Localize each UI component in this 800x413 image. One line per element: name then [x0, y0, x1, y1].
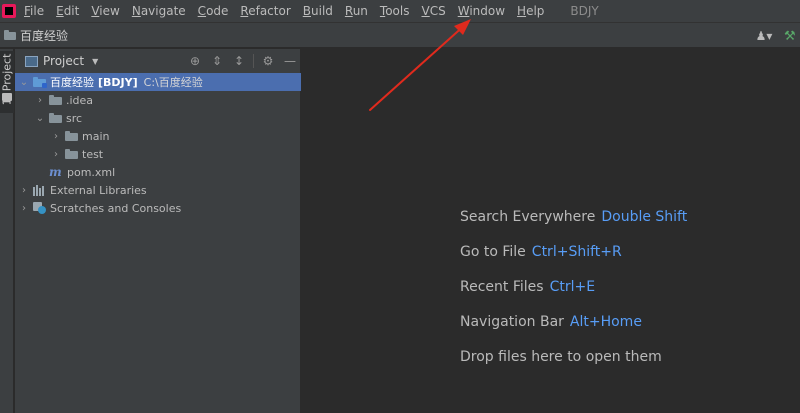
folder-icon	[49, 95, 62, 105]
menu-bar: File Edit View Navigate Code Refactor Bu…	[0, 0, 800, 22]
navigation-bar: 百度经验 ♟▾ ⚒	[0, 22, 800, 48]
tree-item-label: 百度经验	[50, 76, 94, 89]
hint-text: Search Everywhere	[460, 209, 596, 225]
chevron-right-icon[interactable]: ›	[51, 149, 61, 160]
hint-navigation-bar: Navigation Bar Alt+Home	[460, 314, 642, 330]
project-panel: Project ▼ ⊕ ⇕ ↕ ⚙ — ⌄ 百度经验 [BDJY] C:\百度经…	[15, 49, 301, 413]
menu-vcs[interactable]: VCS	[422, 4, 446, 18]
tree-module-name: [BDJY]	[98, 75, 138, 89]
project-view-icon	[25, 55, 38, 67]
menu-refactor[interactable]: Refactor	[240, 4, 290, 18]
left-tool-strip: 1: Project	[0, 49, 14, 413]
tool-tab-project[interactable]: 1: Project	[0, 51, 14, 113]
toolbar-separator	[253, 54, 254, 68]
chevron-right-icon[interactable]: ›	[51, 131, 61, 142]
expand-all-icon[interactable]: ⇕	[206, 51, 228, 71]
tree-item-label: External Libraries	[50, 183, 147, 197]
tree-module-path: C:\百度经验	[143, 76, 203, 89]
chevron-right-icon[interactable]: ›	[35, 95, 45, 106]
maven-file-icon: m	[49, 165, 62, 179]
tree-row-test[interactable]: › test	[15, 145, 301, 163]
breadcrumb-project[interactable]: 百度经验	[20, 27, 68, 44]
menu-run[interactable]: Run	[345, 4, 368, 18]
project-tree: ⌄ 百度经验 [BDJY] C:\百度经验 › .idea ⌄ src › ma…	[15, 73, 301, 217]
menu-navigate[interactable]: Navigate	[132, 4, 186, 18]
build-hammer-icon[interactable]: ⚒	[784, 28, 798, 44]
project-panel-header: Project ▼ ⊕ ⇕ ↕ ⚙ —	[15, 49, 301, 73]
hint-drop-files: Drop files here to open them	[460, 349, 662, 365]
module-folder-icon	[33, 77, 47, 88]
tree-item-label: main	[82, 129, 110, 143]
hint-shortcut: Double Shift	[601, 209, 688, 225]
menu-help[interactable]: Help	[517, 4, 544, 18]
chevron-right-icon[interactable]: ›	[19, 203, 29, 214]
tree-row-scratches[interactable]: › Scratches and Consoles	[15, 199, 301, 217]
chevron-down-icon[interactable]: ▼	[92, 57, 98, 66]
library-icon	[33, 184, 46, 196]
chevron-down-icon[interactable]: ⌄	[19, 77, 29, 88]
menu-window[interactable]: Window	[458, 4, 505, 18]
tree-row-main[interactable]: › main	[15, 127, 301, 145]
tree-row-project-root[interactable]: ⌄ 百度经验 [BDJY] C:\百度经验	[15, 73, 301, 91]
menu-code[interactable]: Code	[198, 4, 229, 18]
tree-item-label: .idea	[66, 93, 94, 107]
folder-icon	[4, 30, 16, 40]
menu-view[interactable]: View	[91, 4, 119, 18]
user-icon[interactable]: ♟▾	[754, 28, 774, 44]
hint-text: Recent Files	[460, 279, 544, 295]
window-project-title: BDJY	[570, 4, 599, 18]
folder-icon	[65, 131, 78, 141]
tree-row-idea[interactable]: › .idea	[15, 91, 301, 109]
hint-shortcut: Ctrl+E	[549, 279, 596, 295]
hint-text: Go to File	[460, 244, 526, 260]
folder-icon	[2, 93, 12, 101]
menu-tools[interactable]: Tools	[380, 4, 410, 18]
hint-text: Drop files here to open them	[460, 349, 662, 365]
tree-row-external-libraries[interactable]: › External Libraries	[15, 181, 301, 199]
menu-edit[interactable]: Edit	[56, 4, 79, 18]
hide-panel-icon[interactable]: —	[279, 51, 301, 71]
project-view-selector[interactable]: Project	[43, 54, 84, 68]
tree-item-label: Scratches and Consoles	[50, 201, 182, 215]
hint-recent-files: Recent Files Ctrl+E	[460, 279, 595, 295]
chevron-down-icon[interactable]: ⌄	[35, 113, 45, 124]
tree-item-label: src	[66, 111, 83, 125]
gear-icon[interactable]: ⚙	[257, 51, 279, 71]
collapse-all-icon[interactable]: ↕	[228, 51, 250, 71]
hint-search-everywhere: Search Everywhere Double Shift	[460, 209, 687, 225]
hint-shortcut: Alt+Home	[569, 314, 642, 330]
chevron-right-icon[interactable]: ›	[19, 185, 29, 196]
editor-area[interactable]: Search Everywhere Double Shift Go to File…	[302, 49, 800, 413]
tree-item-label: pom.xml	[67, 165, 116, 179]
menu-file[interactable]: File	[24, 4, 44, 18]
tree-row-src[interactable]: ⌄ src	[15, 109, 301, 127]
intellij-logo-icon[interactable]	[2, 4, 16, 18]
tree-row-pom[interactable]: m pom.xml	[15, 163, 301, 181]
locate-file-icon[interactable]: ⊕	[184, 51, 206, 71]
tree-item-label: test	[82, 147, 104, 161]
hint-go-to-file: Go to File Ctrl+Shift+R	[460, 244, 622, 260]
folder-icon	[65, 149, 78, 159]
folder-icon	[49, 113, 62, 123]
menu-build[interactable]: Build	[303, 4, 333, 18]
hint-text: Navigation Bar	[460, 314, 564, 330]
scratches-icon	[33, 202, 46, 214]
hint-shortcut: Ctrl+Shift+R	[531, 244, 622, 260]
